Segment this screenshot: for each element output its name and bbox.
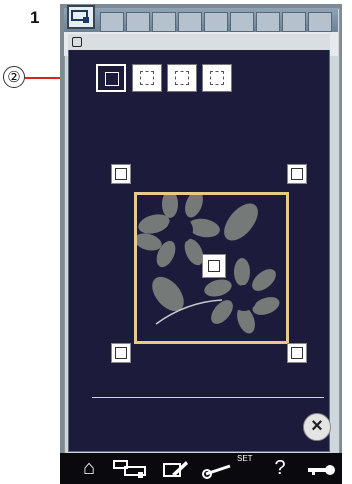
bottom-bar (60, 453, 342, 484)
step-number: 1 (30, 8, 40, 27)
tool-button-3[interactable] (167, 64, 197, 92)
close-button[interactable]: × (303, 413, 331, 441)
toolbar-button[interactable] (256, 12, 280, 32)
move-handle-center[interactable] (202, 254, 226, 278)
toolbar-button[interactable] (282, 12, 306, 32)
toolbar-button[interactable] (204, 12, 228, 32)
grid-icon (175, 71, 189, 85)
resize-handle-bottom-right[interactable] (287, 343, 307, 363)
toolbar-button[interactable] (178, 12, 202, 32)
resize-handle-top-left[interactable] (111, 164, 131, 184)
resize-icon (291, 168, 303, 180)
layout-icon (72, 37, 82, 47)
resize-icon (115, 347, 127, 359)
key-icon[interactable] (306, 462, 336, 478)
dialog-title-bar (68, 34, 330, 50)
frame-dashed-icon (140, 71, 154, 85)
resize-handle-top-right[interactable] (287, 164, 307, 184)
tool-button-4[interactable] (202, 64, 232, 92)
machine-icon (71, 10, 89, 23)
toolbar-button[interactable] (100, 12, 124, 32)
toolbar-button[interactable] (230, 12, 254, 32)
frame-icon (105, 72, 119, 86)
help-icon[interactable]: ? (272, 453, 288, 484)
toolbar-button[interactable] (126, 12, 150, 32)
move-icon (208, 260, 220, 272)
frame-outline-icon (210, 71, 224, 85)
machine-mode-button[interactable] (67, 5, 95, 29)
resize-handle-bottom-left[interactable] (111, 343, 131, 363)
settings-label: SET (237, 454, 253, 463)
callout-number: ② (3, 66, 25, 88)
tool-button-2[interactable] (132, 64, 162, 92)
edit-icon[interactable] (162, 458, 190, 480)
toolbar-button[interactable] (308, 12, 332, 32)
resize-icon (115, 168, 127, 180)
resize-icon (291, 347, 303, 359)
tool-button-1-selected[interactable] (96, 64, 126, 92)
home-icon[interactable]: ⌂ (78, 453, 100, 484)
machine-icon[interactable] (112, 458, 148, 480)
toolbar-button[interactable] (152, 12, 176, 32)
divider (92, 397, 324, 398)
settings-icon[interactable] (202, 460, 236, 480)
